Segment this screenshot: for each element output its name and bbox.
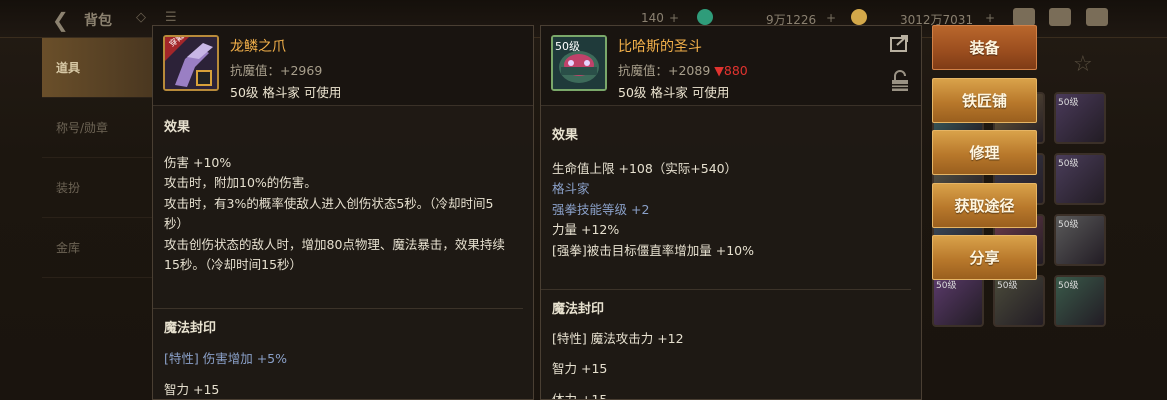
item-action-menu: 装备 铁匠铺 修理 获取途径 分享: [932, 25, 1038, 288]
seal-line: 智力 +15: [164, 381, 220, 397]
tooltip-body: 效果 伤害 +10% 攻击时，附加10%的伤害。 攻击时，有3%的概率使敌人进入…: [153, 106, 533, 399]
gem-icon: [697, 9, 713, 25]
add-currency-3-icon[interactable]: +: [985, 11, 995, 25]
item-name: 龙鳞之爪: [230, 39, 286, 55]
slot-level-label: 50级: [1058, 98, 1079, 108]
share-icon[interactable]: [890, 34, 910, 52]
add-currency-2-icon[interactable]: +: [826, 11, 836, 25]
page-title: 背包: [84, 13, 112, 29]
stat-change: ▼880: [714, 63, 748, 78]
effect-line: 强拳技能等级 +2: [552, 201, 650, 217]
level-badge: 50级: [555, 40, 580, 53]
divider: [153, 307, 523, 309]
effect-line: 秒）: [164, 216, 190, 231]
effect-line: 攻击创伤状态的敌人时，增加80点物理、魔法暴击，效果持续: [164, 236, 505, 252]
compared-item-tooltip: 50级 比哈斯的圣斗 抗魔值：+2089 ▼880 50级 格斗家 可使用 效果…: [540, 25, 922, 400]
inventory-slot[interactable]: 50级: [1054, 92, 1106, 144]
effect-line: 力量 +12%: [552, 222, 620, 237]
effect-section-title: 效果: [164, 120, 191, 135]
gold-coin-icon: [851, 9, 867, 25]
seal-section-title: 魔法封印: [552, 302, 605, 317]
slot-level-label: 50级: [1058, 159, 1079, 169]
divider: [541, 289, 911, 290]
equip-button[interactable]: 装备: [932, 25, 1037, 70]
back-arrow-icon[interactable]: ❮: [52, 8, 69, 32]
seal-line: 体力 +15: [552, 391, 608, 400]
sidebar-item-items[interactable]: 道具: [42, 38, 154, 98]
seal-line: [特性] 魔法攻击力 +12: [552, 330, 684, 346]
lock-icon[interactable]: [891, 70, 909, 92]
seal-line: 智力 +15: [552, 361, 608, 376]
slot-level-label: 50级: [1058, 220, 1079, 230]
currency-value-1: 140: [641, 11, 664, 25]
effect-line: 攻击时，有3%的概率使敌人进入创伤状态5秒。（冷却时间5: [164, 195, 494, 211]
tooltip-header: 50级 比哈斯的圣斗 抗魔值：+2089 ▼880 50级 格斗家 可使用: [541, 26, 921, 106]
effect-line: 生命值上限 +108（实际+540）: [552, 160, 738, 176]
menu-icon[interactable]: ☰: [165, 10, 177, 25]
sidebar-item-titles[interactable]: 称号/勋章: [42, 98, 154, 158]
chat-icon[interactable]: [1086, 8, 1108, 26]
item-icon: 穿戴中: [163, 35, 219, 91]
effect-line: 伤害 +10%: [164, 154, 232, 170]
equipped-item-tooltip: 穿戴中 龙鳞之爪 抗魔值：+2969 50级 格斗家 可使用 效果 伤害 +10…: [152, 25, 534, 400]
sidebar-item-costume[interactable]: 装扮: [42, 158, 154, 218]
effect-line: 格斗家: [552, 181, 590, 196]
inventory-slot[interactable]: 50级: [1054, 153, 1106, 205]
item-icon: 50级: [551, 35, 607, 91]
tooltip-header: 穿戴中 龙鳞之爪 抗魔值：+2969 50级 格斗家 可使用: [153, 26, 533, 106]
shop-icon[interactable]: [1013, 8, 1035, 26]
item-requirement: 50级 格斗家 可使用: [230, 85, 342, 100]
effect-section-title: 效果: [552, 128, 579, 143]
effect-line: [强拳]被击目标僵直率增加量 +10%: [552, 242, 754, 258]
repair-button[interactable]: 修理: [932, 130, 1037, 175]
inventory-slot[interactable]: 50级: [1054, 214, 1106, 266]
effect-line: 攻击时，附加10%的伤害。: [164, 175, 317, 190]
inventory-sidebar: 道具 称号/勋章 装扮 金库: [42, 38, 154, 400]
slot-level-label: 50级: [1058, 281, 1079, 291]
stat-value: 抗魔值：+2089: [618, 63, 711, 78]
share-button[interactable]: 分享: [932, 235, 1037, 280]
effect-line: 15秒。（冷却时间15秒）: [164, 257, 303, 272]
tooltip-body: 效果 生命值上限 +108（实际+540） 格斗家 强拳技能等级 +2 力量 +…: [541, 106, 921, 400]
item-magic-resist: 抗魔值：+2089 ▼880: [618, 60, 748, 79]
mail-icon[interactable]: [1049, 8, 1071, 26]
sidebar-item-vault[interactable]: 金库: [42, 218, 154, 278]
blacksmith-button[interactable]: 铁匠铺: [932, 77, 1037, 123]
item-name: 比哈斯的圣斗: [618, 39, 702, 55]
item-magic-resist: 抗魔值：+2969: [230, 63, 323, 78]
seal-section-title: 魔法封印: [164, 320, 217, 336]
obtain-source-button[interactable]: 获取途径: [932, 182, 1037, 228]
inventory-slot[interactable]: 50级: [1054, 275, 1106, 327]
favorite-star-icon[interactable]: ☆: [1073, 52, 1093, 77]
item-requirement: 50级 格斗家 可使用: [618, 85, 730, 100]
add-currency-1-icon[interactable]: +: [669, 11, 679, 25]
diamond-icon: ◇: [136, 10, 146, 25]
seal-line: [特性] 伤害增加 +5%: [164, 351, 288, 366]
